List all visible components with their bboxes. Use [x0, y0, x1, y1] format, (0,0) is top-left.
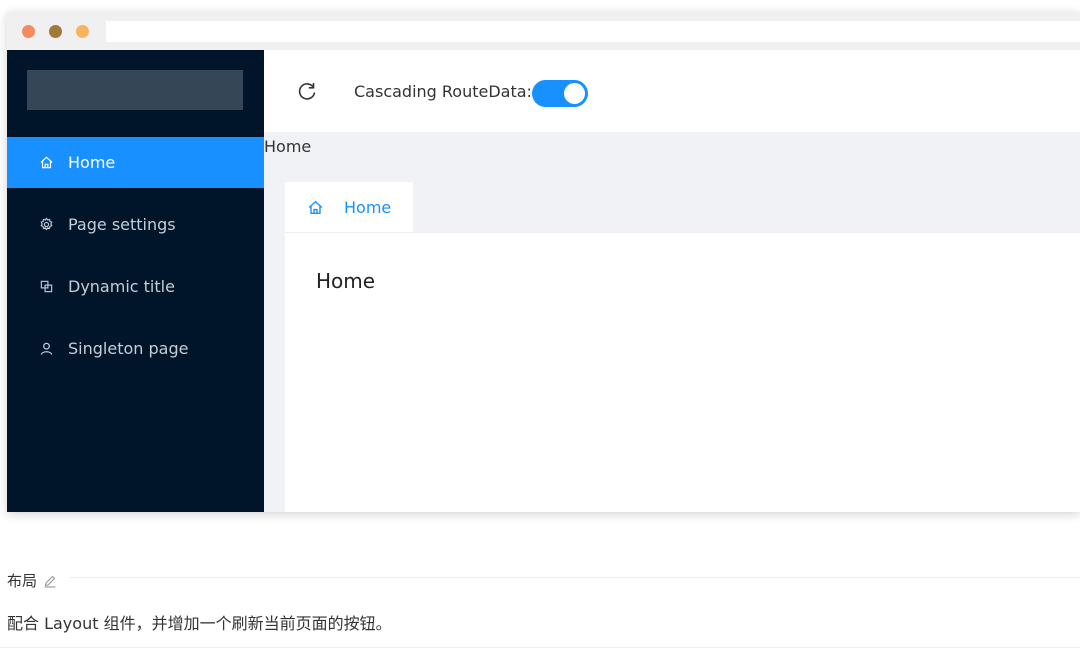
tab-home[interactable]: Home — [285, 182, 413, 232]
sidebar-item-singleton-page[interactable]: Singleton page — [7, 323, 264, 374]
main-area: Cascading RouteData: Home Home Home — [264, 50, 1080, 512]
sidebar-item-label: Dynamic title — [68, 277, 175, 296]
cascade-routedata-label: Cascading RouteData: — [354, 82, 532, 101]
reload-icon — [298, 83, 316, 100]
browser-chrome — [7, 12, 1080, 50]
reload-button[interactable] — [296, 80, 318, 102]
doc-divider — [70, 577, 1080, 578]
sidebar-item-label: Singleton page — [68, 339, 189, 358]
logo-placeholder — [27, 70, 243, 110]
sidebar-item-dynamic-title[interactable]: Dynamic title — [7, 261, 264, 312]
address-bar[interactable] — [106, 21, 1080, 42]
copy-icon — [38, 279, 54, 295]
sidebar-menu: Home Page settings Dynamic title Singlet… — [7, 137, 264, 385]
user-icon — [38, 341, 54, 357]
switch-knob — [564, 83, 585, 104]
header: Cascading RouteData: — [264, 50, 1080, 132]
content-panel: Home — [285, 232, 1080, 512]
home-icon — [306, 198, 324, 216]
sidebar-item-page-settings[interactable]: Page settings — [7, 199, 264, 250]
doc-heading: 布局 — [7, 570, 57, 591]
home-icon — [38, 155, 54, 171]
cascade-routedata-switch[interactable] — [532, 80, 588, 107]
doc-description: 配合 Layout 组件，并增加一个刷新当前页面的按钮。 — [7, 614, 392, 633]
sidebar-item-home[interactable]: Home — [7, 137, 264, 188]
page-title: Home — [316, 269, 376, 293]
window-close-dot[interactable] — [22, 25, 35, 38]
sidebar-item-label: Page settings — [68, 215, 176, 234]
sidebar-item-label: Home — [68, 153, 116, 172]
window-minimize-dot[interactable] — [49, 25, 62, 38]
edit-icon[interactable] — [43, 574, 57, 588]
gear-icon — [38, 217, 54, 233]
tabs-bar: Home — [285, 182, 1080, 232]
bottom-divider — [0, 647, 1080, 648]
browser-window: Home Page settings Dynamic title Singlet… — [7, 12, 1080, 512]
sidebar: Home Page settings Dynamic title Singlet… — [7, 50, 264, 512]
breadcrumb: Home — [264, 137, 312, 156]
window-maximize-dot[interactable] — [76, 25, 89, 38]
tab-label: Home — [344, 197, 392, 217]
doc-heading-text: 布局 — [7, 572, 38, 590]
